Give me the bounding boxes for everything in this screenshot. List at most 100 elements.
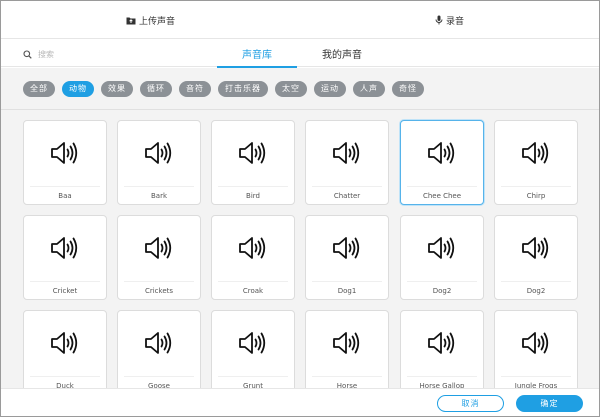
sound-card[interactable]: Chee Chee bbox=[400, 120, 484, 205]
sound-card-label: Dog2 bbox=[407, 281, 477, 299]
cancel-button[interactable]: 取消 bbox=[437, 395, 504, 412]
speaker-icon bbox=[428, 236, 455, 259]
sound-card-label: Duck bbox=[30, 376, 100, 388]
speaker-icon bbox=[51, 236, 78, 259]
upload-sound-label: 上传声音 bbox=[138, 16, 175, 27]
microphone-icon bbox=[435, 15, 443, 25]
sound-card[interactable]: Goose bbox=[117, 310, 201, 388]
sound-card[interactable]: Bird bbox=[211, 120, 295, 205]
search-input[interactable]: 搜索 bbox=[38, 49, 54, 60]
sound-library-dialog: 上传声音 录音 搜索 声音库 我的声音 全部 动物 效果 循环 音符 打击乐器 太空 运动 人声… bbox=[0, 0, 600, 417]
sound-card-icon bbox=[401, 311, 483, 374]
sound-card[interactable]: Baa bbox=[23, 120, 107, 205]
sound-card-icon bbox=[212, 311, 294, 374]
footer-bar: 取消 确定 bbox=[1, 388, 599, 416]
sound-card-icon bbox=[495, 121, 577, 184]
sound-card-label: Horse bbox=[312, 376, 382, 388]
speaker-icon bbox=[333, 331, 360, 354]
sound-card[interactable]: Horse bbox=[305, 310, 389, 388]
sound-card[interactable]: Dog2 bbox=[494, 215, 578, 300]
filter-chip[interactable]: 人声 bbox=[353, 80, 385, 97]
sound-grid: Baa Bark Bird Chatter Chee Chee Chirp Cricket C… bbox=[1, 110, 599, 388]
sound-card[interactable]: Croak bbox=[211, 215, 295, 300]
speaker-icon bbox=[522, 141, 549, 164]
filter-chip[interactable]: 运动 bbox=[314, 80, 346, 97]
speaker-icon bbox=[522, 236, 549, 259]
sound-card-icon bbox=[118, 311, 200, 374]
speaker-icon bbox=[145, 331, 172, 354]
sound-card-label: Chirp bbox=[501, 186, 571, 204]
speaker-icon bbox=[51, 141, 78, 164]
sound-card[interactable]: Jungle Frogs bbox=[494, 310, 578, 388]
sound-card[interactable]: Grunt bbox=[211, 310, 295, 388]
upload-icon bbox=[126, 17, 136, 24]
sound-card[interactable]: Cricket bbox=[23, 215, 107, 300]
sound-card-icon bbox=[401, 121, 483, 184]
sound-card-icon bbox=[212, 121, 294, 184]
filter-chip[interactable]: 打击乐器 bbox=[218, 80, 268, 97]
speaker-icon bbox=[239, 141, 266, 164]
sound-card[interactable]: Chirp bbox=[494, 120, 578, 205]
sound-card[interactable]: Bark bbox=[117, 120, 201, 205]
sound-card-label: Bird bbox=[218, 186, 288, 204]
filter-chip[interactable]: 动物 bbox=[62, 80, 94, 97]
tab-row: 搜索 声音库 我的声音 bbox=[1, 39, 599, 68]
tab-my-sounds[interactable]: 我的声音 bbox=[302, 39, 382, 67]
filter-chip[interactable]: 循环 bbox=[140, 80, 172, 97]
sound-card-label: Dog2 bbox=[501, 281, 571, 299]
sound-card-label: Cricket bbox=[30, 281, 100, 299]
sound-card-icon bbox=[24, 121, 106, 184]
search-box[interactable]: 搜索 bbox=[23, 47, 54, 61]
speaker-icon bbox=[333, 141, 360, 164]
sound-card-icon bbox=[118, 121, 200, 184]
confirm-button[interactable]: 确定 bbox=[516, 395, 583, 412]
filter-chip[interactable]: 奇怪 bbox=[392, 80, 424, 97]
sound-card-icon bbox=[118, 216, 200, 279]
tab-label: 我的声音 bbox=[322, 49, 362, 61]
upload-sound-button[interactable]: 上传声音 bbox=[1, 1, 300, 39]
filter-chip[interactable]: 效果 bbox=[101, 80, 133, 97]
sound-card[interactable]: Chatter bbox=[305, 120, 389, 205]
speaker-icon bbox=[428, 331, 455, 354]
sound-card[interactable]: Dog1 bbox=[305, 215, 389, 300]
top-bar: 上传声音 录音 bbox=[1, 1, 599, 39]
filter-chip[interactable]: 全部 bbox=[23, 80, 55, 97]
sound-card-label: Baa bbox=[30, 186, 100, 204]
record-button[interactable]: 录音 bbox=[300, 1, 599, 39]
filter-chip[interactable]: 音符 bbox=[179, 80, 211, 97]
speaker-icon bbox=[522, 331, 549, 354]
sound-card-label: Bark bbox=[124, 186, 194, 204]
sound-card-icon bbox=[306, 311, 388, 374]
tab-sound-library[interactable]: 声音库 bbox=[217, 39, 297, 68]
sound-card-label: Dog1 bbox=[312, 281, 382, 299]
sound-card-icon bbox=[495, 216, 577, 279]
sound-card-label: Grunt bbox=[218, 376, 288, 388]
search-icon bbox=[23, 49, 32, 59]
sound-card[interactable]: Duck bbox=[23, 310, 107, 388]
sound-card-label: Croak bbox=[218, 281, 288, 299]
sound-card-icon bbox=[306, 121, 388, 184]
sound-card-icon bbox=[24, 311, 106, 374]
sound-card-icon bbox=[401, 216, 483, 279]
speaker-icon bbox=[428, 141, 455, 164]
tab-label: 声音库 bbox=[242, 49, 272, 61]
sound-card-label: Horse Gallop bbox=[407, 376, 477, 388]
sound-card[interactable]: Crickets bbox=[117, 215, 201, 300]
category-filter-bar: 全部 动物 效果 循环 音符 打击乐器 太空 运动 人声 奇怪 bbox=[1, 68, 599, 110]
speaker-icon bbox=[239, 236, 266, 259]
speaker-icon bbox=[333, 236, 360, 259]
speaker-icon bbox=[145, 141, 172, 164]
sound-card-icon bbox=[495, 311, 577, 374]
sound-card-label: Goose bbox=[124, 376, 194, 388]
speaker-icon bbox=[239, 331, 266, 354]
filter-chip[interactable]: 太空 bbox=[275, 80, 307, 97]
sound-card[interactable]: Dog2 bbox=[400, 215, 484, 300]
sound-card-label: Chatter bbox=[312, 186, 382, 204]
sound-card-icon bbox=[306, 216, 388, 279]
sound-card-icon bbox=[212, 216, 294, 279]
speaker-icon bbox=[145, 236, 172, 259]
speaker-icon bbox=[51, 331, 78, 354]
sound-card-label: Crickets bbox=[124, 281, 194, 299]
sound-card-label: Chee Chee bbox=[407, 186, 477, 204]
sound-card[interactable]: Horse Gallop bbox=[400, 310, 484, 388]
